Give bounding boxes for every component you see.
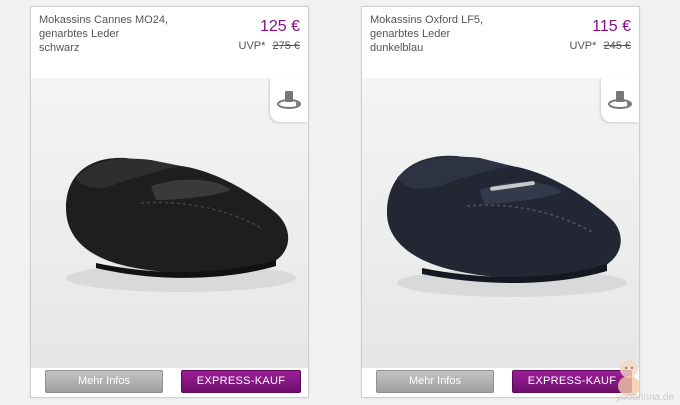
uvp-price: 275 € — [272, 40, 300, 52]
product-info: Mokassins Oxford LF5, genarbtes Leder du… — [370, 13, 540, 55]
uvp-label: UVP* — [238, 40, 266, 52]
uvp-line: UVP* 275 € — [239, 40, 301, 52]
rotate-view-button[interactable] — [270, 78, 308, 122]
more-info-button[interactable]: Mehr Infos — [376, 370, 494, 393]
product-name-line2: genarbtes Leder — [370, 28, 451, 40]
more-info-button[interactable]: Mehr Infos — [45, 370, 163, 393]
price-block: 125 € UVP* 275 € — [239, 17, 301, 52]
express-buy-button[interactable]: EXPRESS-KAUF — [181, 370, 301, 393]
price-block: 115 € UVP* 245 € — [570, 17, 632, 52]
uvp-label: UVP* — [569, 40, 597, 52]
current-price: 125 € — [259, 18, 300, 35]
watermark-mascot-icon — [618, 360, 640, 396]
product-name-line1: Mokassins Cannes MO24, — [39, 14, 168, 26]
rotate-360-icon — [277, 91, 301, 109]
shoe-image — [387, 155, 627, 297]
shoe-image — [66, 157, 296, 292]
current-price: 115 € — [592, 18, 631, 35]
uvp-price: 245 € — [603, 40, 631, 52]
rotate-view-button[interactable] — [601, 78, 639, 122]
uvp-line: UVP* 245 € — [570, 40, 632, 52]
product-info: Mokassins Cannes MO24, genarbtes Leder s… — [39, 13, 209, 55]
product-color: dunkelblau — [370, 42, 424, 54]
rotate-360-icon — [608, 91, 632, 109]
watermark-text: yoobrinna.de — [616, 392, 674, 403]
product-card-2: Mokassins Oxford LF5, genarbtes Leder du… — [361, 6, 640, 398]
product-image[interactable] — [31, 78, 308, 368]
product-card-1: Mokassins Cannes MO24, genarbtes Leder s… — [30, 6, 309, 398]
product-name-line2: genarbtes Leder — [39, 28, 120, 40]
product-color: schwarz — [39, 42, 80, 54]
product-name-line1: Mokassins Oxford LF5, — [370, 14, 484, 26]
product-image[interactable] — [362, 78, 639, 368]
